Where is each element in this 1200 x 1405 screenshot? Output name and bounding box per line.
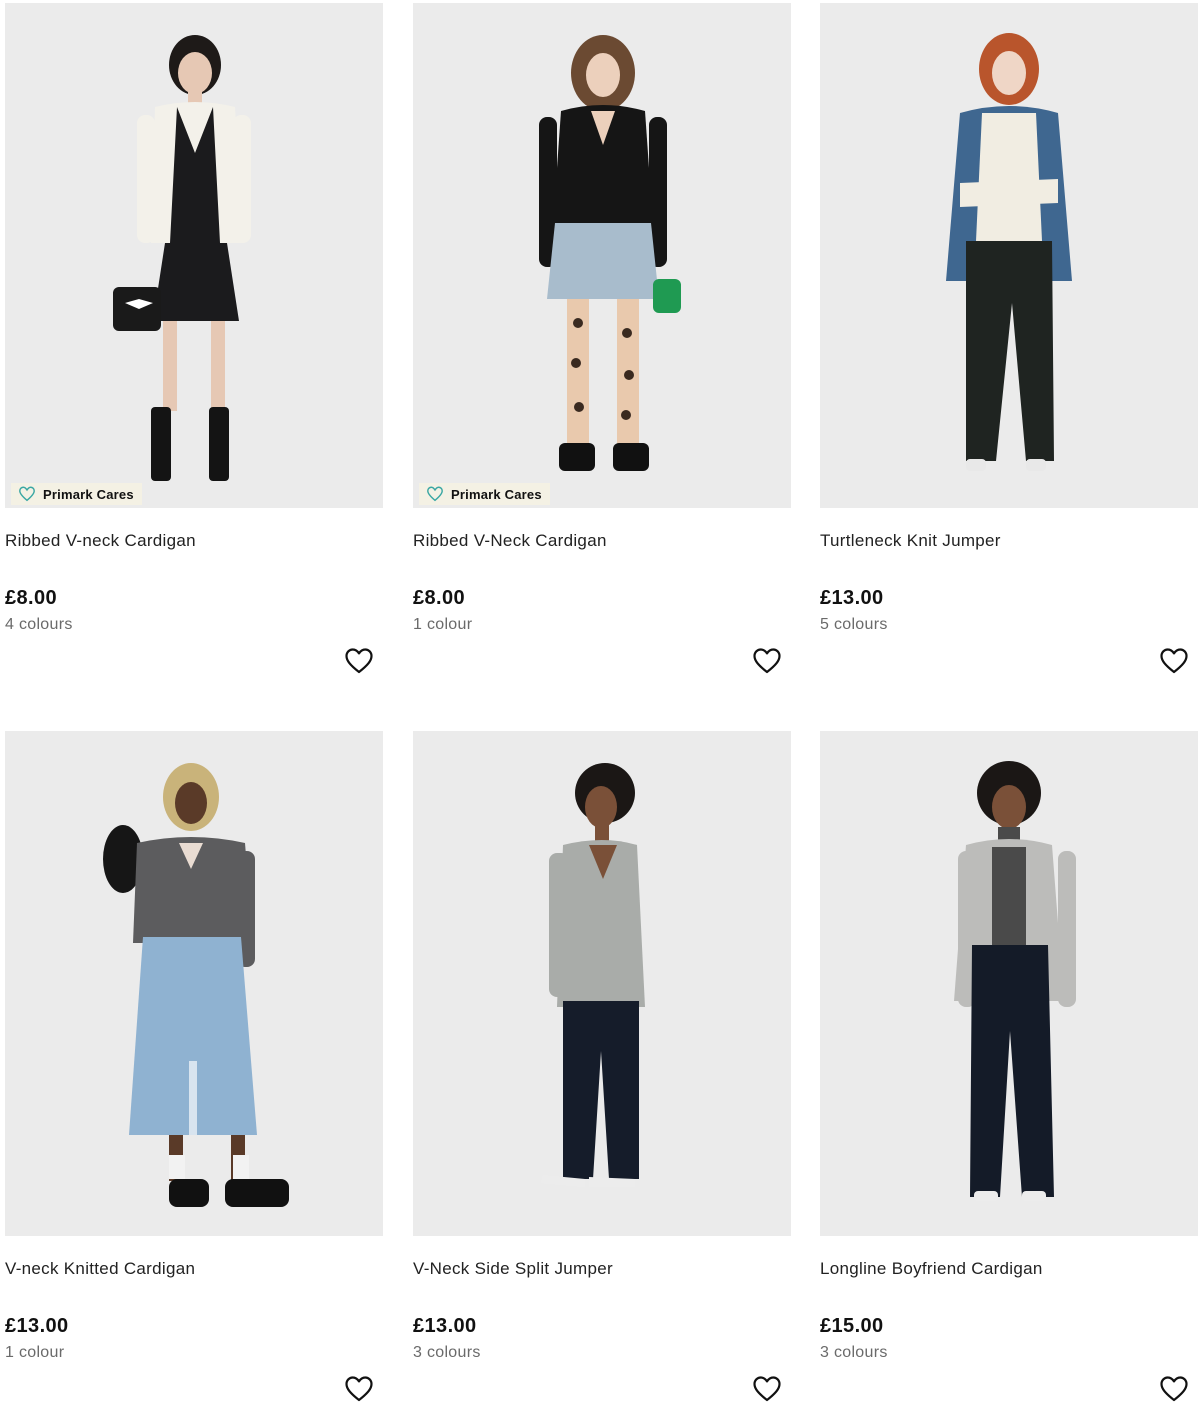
product-price: £13.00 (820, 587, 884, 609)
product-image[interactable] (413, 731, 791, 1236)
product-price: £8.00 (5, 587, 58, 609)
product-price: £15.00 (820, 1315, 884, 1337)
product-grid: Primark Cares Ribbed V-neck Cardigan £8.… (0, 0, 1200, 1405)
wishlist-button[interactable] (344, 1375, 374, 1403)
heart-outline-icon (345, 1376, 373, 1402)
badge-label: Primark Cares (451, 486, 542, 502)
product-card: Primark Cares Ribbed V-neck Cardigan £8.… (5, 3, 383, 674)
product-title[interactable]: V-neck Knitted Cardigan (5, 1258, 383, 1280)
primark-cares-badge: Primark Cares (419, 483, 550, 505)
wishlist-button[interactable] (1159, 1375, 1189, 1403)
primark-cares-badge: Primark Cares (11, 483, 142, 505)
wishlist-button[interactable] (1159, 647, 1189, 675)
heart-outline-icon (753, 1376, 781, 1402)
product-image[interactable]: Primark Cares (5, 3, 383, 508)
product-colours: 4 colours (5, 616, 73, 633)
product-price: £8.00 (413, 587, 466, 609)
product-colours: 1 colour (413, 616, 473, 633)
product-image[interactable] (820, 731, 1198, 1236)
product-colours: 5 colours (820, 616, 888, 633)
heart-badge-icon (19, 486, 35, 502)
product-card: Longline Boyfriend Cardigan £15.00 3 col… (820, 731, 1198, 1402)
wishlist-button[interactable] (344, 647, 374, 675)
heart-outline-icon (1160, 1376, 1188, 1402)
model-figure (539, 35, 681, 471)
model-figure (113, 35, 251, 481)
product-card: V-neck Knitted Cardigan £13.00 1 colour (5, 731, 383, 1402)
product-price: £13.00 (5, 1315, 69, 1337)
heart-outline-icon (345, 648, 373, 674)
product-card: V-Neck Side Split Jumper £13.00 3 colour… (413, 731, 791, 1402)
model-figure (954, 761, 1076, 1201)
heart-badge-icon (427, 486, 443, 502)
badge-label: Primark Cares (43, 486, 134, 502)
model-figure (946, 33, 1072, 471)
product-title[interactable]: Ribbed V-neck Cardigan (5, 530, 383, 552)
product-price: £13.00 (413, 1315, 477, 1337)
model-figure (541, 763, 645, 1187)
heart-outline-icon (753, 648, 781, 674)
product-title[interactable]: Ribbed V-Neck Cardigan (413, 530, 791, 552)
product-colours: 1 colour (5, 1344, 65, 1361)
heart-outline-icon (1160, 648, 1188, 674)
product-colours: 3 colours (820, 1344, 888, 1361)
product-colours: 3 colours (413, 1344, 481, 1361)
product-image[interactable] (820, 3, 1198, 508)
model-figure (103, 763, 289, 1207)
wishlist-button[interactable] (752, 647, 782, 675)
wishlist-button[interactable] (752, 1375, 782, 1403)
product-card: Turtleneck Knit Jumper £13.00 5 colours (820, 3, 1198, 674)
product-title[interactable]: Turtleneck Knit Jumper (820, 530, 1198, 552)
product-title[interactable]: V-Neck Side Split Jumper (413, 1258, 791, 1280)
product-image[interactable]: Primark Cares (413, 3, 791, 508)
product-card: Primark Cares Ribbed V-Neck Cardigan £8.… (413, 3, 791, 674)
product-title[interactable]: Longline Boyfriend Cardigan (820, 1258, 1198, 1280)
product-image[interactable] (5, 731, 383, 1236)
